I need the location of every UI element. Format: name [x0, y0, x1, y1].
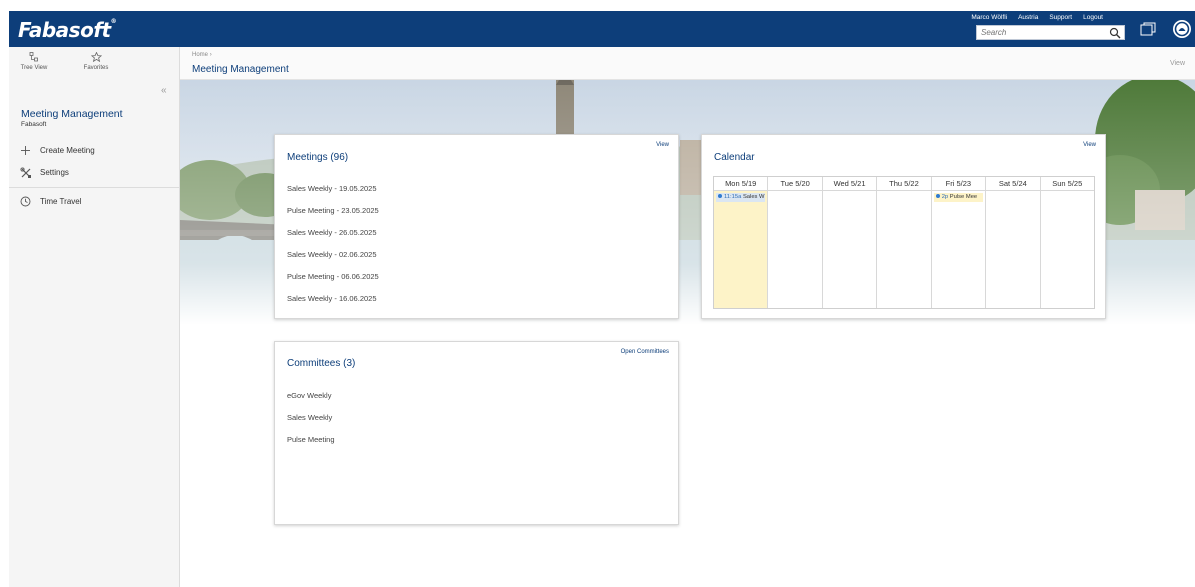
list-item[interactable]: Pulse Meeting - 06.06.2025	[287, 272, 379, 281]
calendar-day-header: Sat 5/24	[986, 177, 1040, 191]
calendar-day-column[interactable]: Fri 5/23 2p Pulse Mee	[931, 177, 987, 308]
sidebar-item-settings[interactable]: Settings	[19, 166, 69, 179]
tree-view-button[interactable]: Tree View	[14, 52, 54, 71]
calendar-day-column[interactable]: Tue 5/20	[768, 177, 823, 308]
tree-view-icon	[29, 52, 38, 62]
sidebar-divider	[9, 187, 180, 188]
calendar-event[interactable]: 2p Pulse Mee	[933, 193, 984, 202]
header-links: Marco Wölfli Austria Support Logout	[971, 14, 1103, 21]
sidebar-subtitle: Fabasoft	[21, 121, 47, 128]
tools-icon	[19, 166, 32, 179]
support-link[interactable]: Support	[1049, 14, 1072, 21]
calendar-day-column[interactable]: Thu 5/22	[877, 177, 932, 308]
calendar-day-header: Sun 5/25	[1040, 177, 1094, 191]
sidebar-title: Meeting Management	[21, 108, 123, 120]
user-name-link[interactable]: Marco Wölfli	[971, 14, 1007, 21]
sidebar-item-label: Create Meeting	[40, 146, 95, 155]
calendar-day-header: Wed 5/21	[822, 177, 877, 191]
sidebar-item-create-meeting[interactable]: Create Meeting	[19, 144, 95, 157]
collapse-panel-icon[interactable]: «	[161, 85, 167, 96]
windows-icon[interactable]	[1140, 22, 1156, 36]
calendar-panel: Calendar View Mon 5/19 11:15a Sales W Tu…	[701, 134, 1106, 319]
sidebar-item-label: Time Travel	[40, 197, 82, 206]
logout-link[interactable]: Logout	[1083, 14, 1103, 21]
meetings-view-link[interactable]: View	[656, 142, 669, 148]
search-input[interactable]	[977, 26, 1105, 39]
committees-title[interactable]: Committees (3)	[287, 358, 355, 369]
sidebar-item-label: Settings	[40, 168, 69, 177]
breadcrumb-separator: ›	[209, 52, 212, 58]
open-committees-link[interactable]: Open Committees	[621, 349, 669, 355]
sidebar-item-time-travel[interactable]: Time Travel	[19, 195, 82, 208]
calendar-day-header: Thu 5/22	[877, 177, 931, 191]
list-item[interactable]: eGov Weekly	[287, 391, 331, 400]
tree-view-label: Tree View	[20, 65, 48, 71]
list-item[interactable]: Sales Weekly - 16.06.2025	[287, 294, 377, 303]
meetings-title[interactable]: Meetings (96)	[287, 152, 348, 163]
search-box	[976, 25, 1125, 40]
left-navigation-panel: Tree View Favorites « Meeting Management…	[9, 47, 180, 587]
list-item[interactable]: Sales Weekly - 02.06.2025	[287, 250, 377, 259]
breadcrumb-home-link[interactable]: Home	[192, 52, 208, 58]
region-link[interactable]: Austria	[1018, 14, 1038, 21]
list-item[interactable]: Sales Weekly - 19.05.2025	[287, 184, 377, 193]
user-avatar-icon[interactable]	[1172, 19, 1192, 39]
event-dot-icon	[718, 194, 722, 199]
breadcrumb-bar: Home › Meeting Management View	[180, 47, 1195, 80]
search-icon[interactable]	[1109, 27, 1121, 39]
star-icon	[90, 52, 102, 62]
calendar-day-header: Mon 5/19	[714, 177, 768, 191]
fabasoft-logo[interactable]: Fabasoft®	[18, 18, 117, 42]
calendar-week-grid: Mon 5/19 11:15a Sales W Tue 5/20 Wed 5/2…	[713, 176, 1095, 309]
top-header-bar: Fabasoft® Marco Wölfli Austria Support L…	[9, 11, 1195, 47]
list-item[interactable]: Sales Weekly	[287, 413, 332, 422]
plus-icon	[19, 144, 32, 157]
view-menu-button[interactable]: View	[1170, 60, 1185, 67]
calendar-day-header: Tue 5/20	[768, 177, 822, 191]
list-item[interactable]: Sales Weekly - 26.05.2025	[287, 228, 377, 237]
favorites-button[interactable]: Favorites	[76, 52, 116, 71]
calendar-day-column[interactable]: Sun 5/25	[1040, 177, 1094, 308]
committees-panel: Committees (3) Open Committees eGov Week…	[274, 341, 679, 525]
calendar-day-column[interactable]: Sat 5/24	[986, 177, 1041, 308]
favorites-label: Favorites	[83, 65, 109, 71]
clock-icon	[19, 195, 32, 208]
calendar-day-column[interactable]: Wed 5/21	[822, 177, 878, 308]
calendar-title[interactable]: Calendar	[714, 152, 755, 163]
event-dot-icon	[935, 194, 940, 199]
calendar-day-column[interactable]: Mon 5/19 11:15a Sales W	[714, 177, 769, 308]
meetings-panel: Meetings (96) View Sales Weekly - 19.05.…	[274, 134, 679, 319]
list-item[interactable]: Pulse Meeting	[287, 435, 335, 444]
list-item[interactable]: Pulse Meeting - 23.05.2025	[287, 206, 379, 215]
page-title: Meeting Management	[192, 64, 289, 75]
calendar-day-header: Fri 5/23	[931, 177, 986, 191]
calendar-event[interactable]: 11:15a Sales W	[716, 193, 766, 202]
calendar-view-link[interactable]: View	[1083, 142, 1096, 148]
breadcrumb: Home ›	[192, 52, 212, 58]
